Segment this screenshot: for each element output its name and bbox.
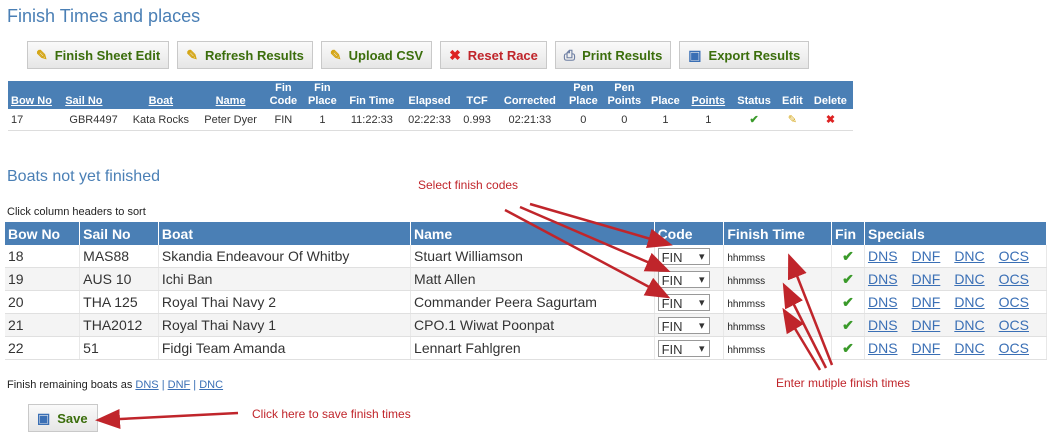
annotation-arrows <box>95 202 834 429</box>
arrow-line <box>529 202 673 249</box>
arrow-line <box>504 208 671 299</box>
arrow-line <box>95 408 239 429</box>
arrow-line <box>519 205 671 272</box>
